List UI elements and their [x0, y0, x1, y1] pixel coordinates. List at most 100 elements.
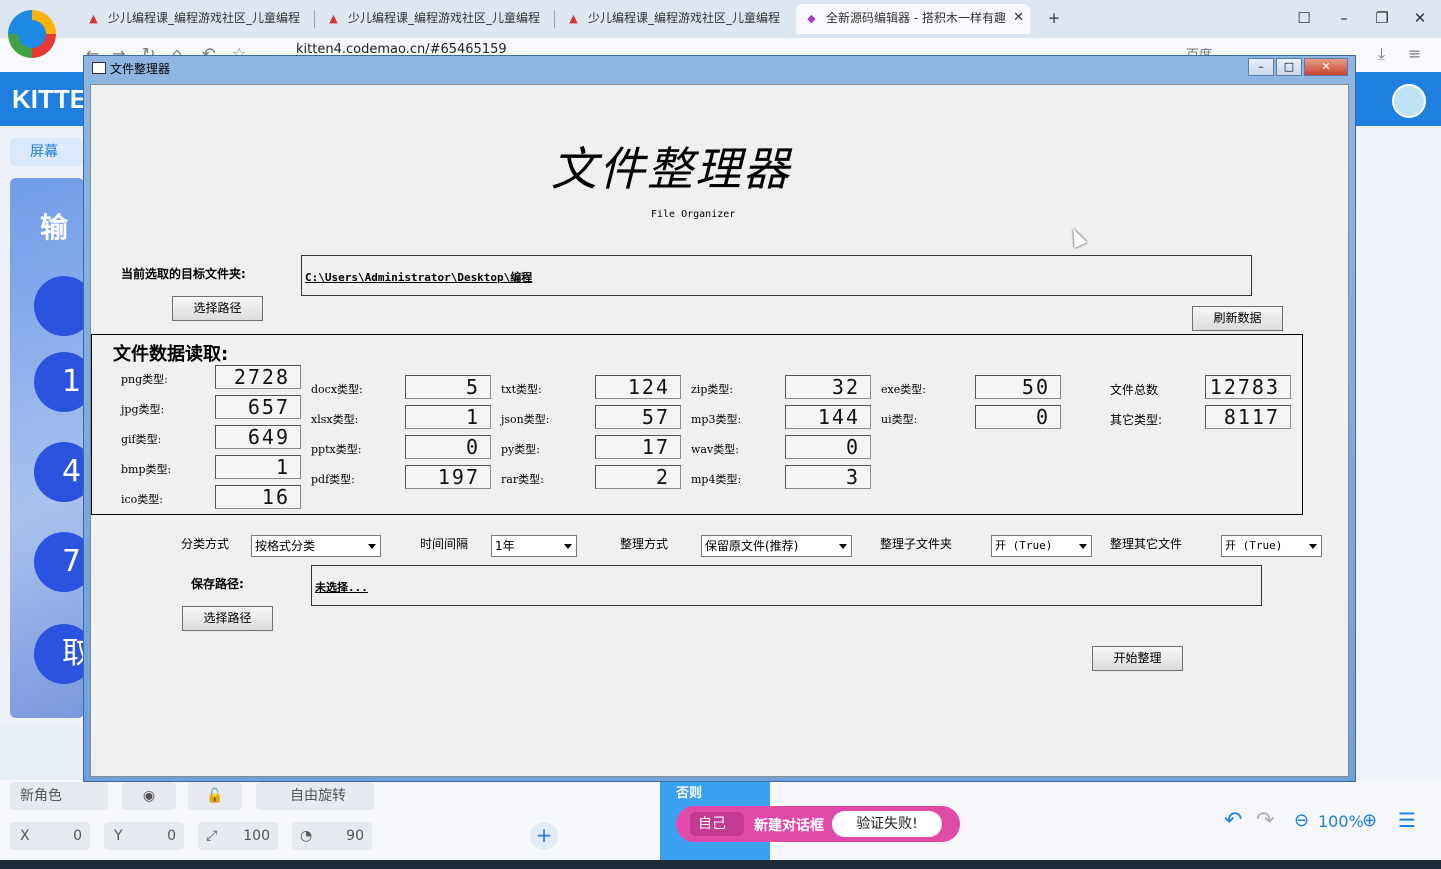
stat-label-png: png类型: [121, 373, 168, 386]
redo-icon[interactable]: ↷ [1256, 808, 1274, 833]
stat-value-exe: 50 [975, 375, 1061, 399]
taskbar [0, 860, 1441, 869]
stat-label-ui: ui类型: [881, 413, 918, 426]
angle-value: 90 [346, 828, 364, 844]
target-folder-path: C:\Users\Administrator\Desktop\编程 [301, 255, 1252, 296]
stage-text: 输 [40, 211, 69, 244]
file-organizer-window: 文件整理器 – □ ✕ 文件整理器 File Organizer 当前选取的目标… [83, 55, 1356, 782]
chevron-down-icon [1309, 544, 1317, 549]
tab-separator [554, 10, 555, 28]
choose-save-path-button[interactable]: 选择路径 [182, 606, 273, 631]
close-icon[interactable]: ✕ [1406, 6, 1434, 30]
stat-label-exe: exe类型: [881, 383, 926, 396]
browser-logo-icon[interactable] [8, 10, 56, 58]
add-sprite-icon[interactable]: + [530, 822, 558, 850]
save-path-box: 未选择... [311, 565, 1262, 606]
classify-value: 按格式分类 [255, 539, 316, 553]
else-label: 否则 [676, 786, 703, 801]
window-minimize-icon[interactable]: – [1248, 58, 1274, 76]
avatar[interactable] [1392, 84, 1426, 118]
undo-icon[interactable]: ↶ [1224, 808, 1242, 833]
self-dropdown[interactable]: 自己 [690, 812, 744, 836]
chevron-down-icon [564, 544, 572, 549]
zoom-in-icon[interactable]: ⊕ [1362, 810, 1377, 831]
screen-button[interactable]: 屏幕 [10, 138, 82, 166]
stat-value-zip: 32 [785, 375, 871, 399]
visibility-eye-icon[interactable]: ◉ [122, 782, 176, 810]
angle-field[interactable]: ◔ 90 [292, 822, 372, 850]
stat-value-py: 17 [595, 435, 681, 459]
stat-label-xlsx: xlsx类型: [311, 413, 359, 426]
restore-icon[interactable]: ❐ [1368, 6, 1396, 30]
window-client-area: 文件整理器 File Organizer 当前选取的目标文件夹: C:\User… [90, 84, 1349, 777]
codemao-icon: ▲ [329, 12, 338, 25]
stat-label-mp3: mp3类型: [691, 413, 742, 426]
interval-value: 1年 [495, 539, 515, 553]
stat-value-mp4: 3 [785, 465, 871, 489]
stat-label-ico: ico类型: [121, 493, 164, 506]
classify-select[interactable]: 按格式分类 [251, 535, 381, 557]
stat-value-bmp: 1 [215, 455, 301, 479]
stat-label-wav: wav类型: [691, 443, 739, 456]
stat-value-ui: 0 [975, 405, 1061, 429]
zoom-out-icon[interactable]: ⊖ [1294, 810, 1309, 831]
refresh-data-button[interactable]: 刷新数据 [1192, 306, 1283, 331]
stat-label-rar: rar类型: [501, 473, 544, 486]
others-select[interactable]: 开 (True) [1221, 535, 1322, 557]
subfolder-label: 整理子文件夹 [880, 537, 953, 551]
sprite-name-field[interactable]: 新角色 [10, 782, 108, 810]
start-organize-button[interactable]: 开始整理 [1092, 646, 1183, 671]
app-subheading: File Organizer [651, 209, 736, 220]
stat-label-jpg: jpg类型: [121, 403, 165, 416]
browser-tab-2[interactable]: ▲ 少儿编程课_编程游戏社区_儿童编程 [318, 4, 550, 34]
minimize-icon[interactable]: – [1330, 6, 1358, 30]
y-value: 0 [167, 828, 176, 844]
mode-select[interactable]: 保留原文件(推荐) [701, 535, 852, 557]
stat-value-json: 57 [595, 405, 681, 429]
stat-label-py: py类型: [501, 443, 540, 456]
size-value: 100 [243, 828, 270, 844]
mode-value: 保留原文件(推荐) [705, 539, 799, 553]
dialog-code-block[interactable]: 自己 新建对话框 验证失败! [676, 806, 960, 842]
align-icon[interactable]: ☰ [1398, 808, 1416, 832]
browser-tab-3[interactable]: ▲ 少儿编程课_编程游戏社区_儿童编程 [558, 4, 790, 34]
stat-label-json: json类型: [501, 413, 550, 426]
interval-label: 时间间隔 [420, 537, 469, 551]
menu-icon[interactable]: ≡ [1408, 44, 1421, 63]
subfolder-select[interactable]: 开 (True) [991, 535, 1092, 557]
window-app-icon [92, 62, 106, 74]
y-field[interactable]: Y 0 [104, 822, 184, 850]
tab-label: 少儿编程课_编程游戏社区_儿童编程 [348, 11, 541, 25]
rotation-mode-select[interactable]: 自由旋转 [256, 782, 374, 810]
chevron-down-icon [1079, 544, 1087, 549]
block-message[interactable]: 验证失败! [832, 811, 942, 837]
chevron-down-icon [368, 544, 376, 549]
size-field[interactable]: ⤢ 100 [198, 822, 278, 850]
size-icon: ⤢ [206, 828, 218, 844]
codemao-icon: ▲ [569, 12, 578, 25]
code-canvas-grid [1356, 126, 1441, 786]
stat-value-pptx: 0 [405, 435, 491, 459]
stat-value-xlsx: 1 [405, 405, 491, 429]
download-icon[interactable]: ⤓ [1378, 44, 1385, 64]
subfolder-value: 开 (True) [995, 539, 1053, 552]
collections-icon[interactable]: ☐ [1290, 6, 1318, 30]
lock-icon[interactable]: 🔓 [188, 782, 242, 810]
browser-tab-4-active[interactable]: ◆ 全新源码编辑器 - 搭积木一样有趣 ✕ [796, 4, 1030, 34]
choose-target-path-button[interactable]: 选择路径 [172, 296, 263, 321]
interval-select[interactable]: 1年 [491, 535, 577, 557]
stat-label-pdf: pdf类型: [311, 473, 355, 486]
stat-label-zip: zip类型: [691, 383, 734, 396]
save-path-label: 保存路径: [191, 577, 244, 591]
tab-close-icon[interactable]: ✕ [1013, 4, 1024, 32]
stat-value-docx: 5 [405, 375, 491, 399]
window-title: 文件整理器 [110, 62, 171, 76]
stat-label-bmp: bmp类型: [121, 463, 172, 476]
window-close-icon[interactable]: ✕ [1304, 58, 1348, 76]
x-field[interactable]: X 0 [10, 822, 90, 850]
app-heading: 文件整理器 [551, 142, 791, 196]
window-maximize-icon[interactable]: □ [1276, 58, 1302, 76]
new-tab-icon[interactable]: + [1040, 6, 1068, 30]
browser-tab-1[interactable]: ▲ 少儿编程课_编程游戏社区_儿童编程 [78, 4, 310, 34]
stat-label-other: 其它类型: [1110, 413, 1163, 427]
